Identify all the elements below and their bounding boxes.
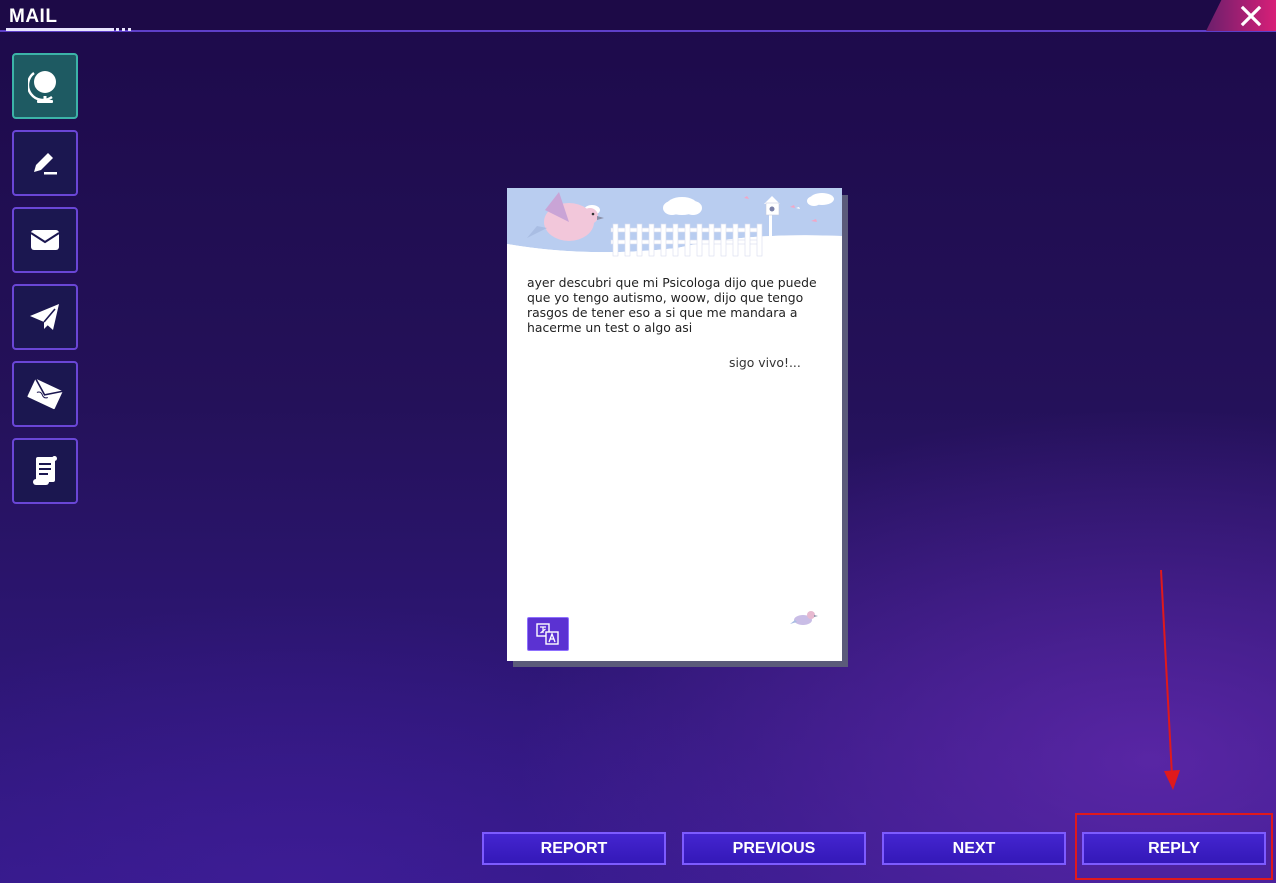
sidebar-item-write[interactable]: [12, 130, 78, 196]
window-title: MAIL: [9, 6, 58, 27]
annotation-arrow: [1160, 569, 1180, 790]
envelope-icon: [30, 230, 60, 250]
pen-icon: [34, 153, 57, 175]
letter-body: ayer descubri que mi Psicologa dijo que …: [527, 275, 821, 335]
title-bar-divider: [0, 30, 1276, 32]
letter-signature: sigo vivo!...: [729, 355, 801, 370]
annotation-highlight-box: [1075, 813, 1273, 880]
globe-icon: [28, 71, 56, 103]
close-icon: [1240, 5, 1262, 26]
sidebar-item-letters[interactable]: [12, 361, 78, 427]
scroll-icon: [33, 456, 57, 485]
title-bar: [0, 0, 1276, 31]
sidebar: [12, 53, 78, 515]
sidebar-item-inbox[interactable]: [12, 207, 78, 273]
title-underline: [6, 28, 114, 31]
translate-button[interactable]: [527, 617, 569, 651]
sidebar-item-sent[interactable]: [12, 284, 78, 350]
bird-illustration: [790, 611, 818, 625]
sidebar-item-logs[interactable]: [12, 438, 78, 504]
report-button[interactable]: REPORT: [482, 832, 666, 865]
letter-icon: [27, 378, 63, 410]
paper-plane-icon: [30, 304, 59, 330]
translate-icon: [536, 623, 559, 645]
title-underline-dots: [116, 28, 132, 31]
next-button[interactable]: NEXT: [882, 832, 1066, 865]
previous-button[interactable]: PREVIOUS: [682, 832, 866, 865]
sidebar-item-globe[interactable]: [12, 53, 78, 119]
letter-header-illustration: [507, 188, 842, 263]
letter-card: ayer descubri que mi Psicologa dijo que …: [507, 188, 842, 661]
